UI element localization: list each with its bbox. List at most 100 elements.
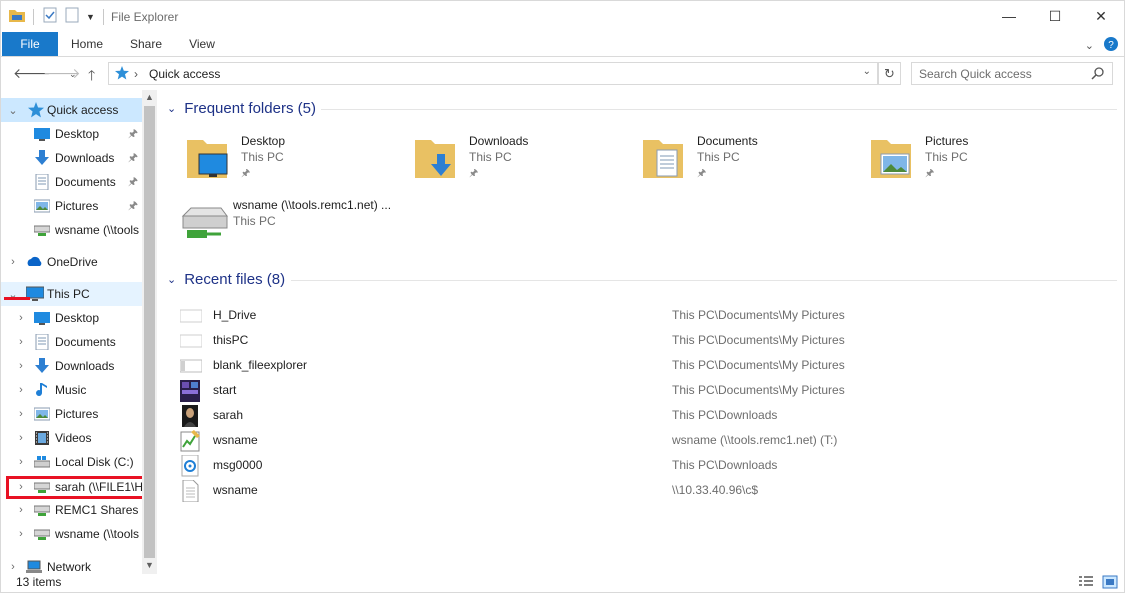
expand-chevron-icon[interactable]: › <box>8 561 18 573</box>
refresh-icon: ↻ <box>884 65 895 81</box>
nav-label: Pictures <box>55 407 99 421</box>
file-path: This PC\Downloads <box>672 408 778 422</box>
recent-file-row[interactable]: wsname wsname (\\tools.remc1.net) (T:) <box>177 428 1117 453</box>
tab-view[interactable]: View <box>178 32 226 56</box>
breadcrumb[interactable]: Quick access <box>149 67 220 81</box>
search-icon[interactable] <box>1091 67 1104 83</box>
expand-chevron-icon[interactable]: › <box>16 432 26 444</box>
recent-file-row[interactable]: msg0000 This PC\Downloads <box>177 453 1117 478</box>
photo-thumbnail-icon <box>180 405 200 427</box>
nav-pc-documents[interactable]: › Documents <box>1 330 142 354</box>
nav-pc-remc1-shares[interactable]: › REMC1 Shares (S <box>1 498 142 522</box>
nav-pc-local-disk[interactable]: › Local Disk (C:) <box>1 450 142 474</box>
tile-name: Pictures <box>925 134 969 148</box>
refresh-button[interactable]: ↻ <box>878 62 901 85</box>
documents-icon <box>34 173 50 191</box>
minimize-button[interactable]: — <box>986 1 1032 31</box>
address-dropdown-icon[interactable]: ⌄ <box>863 66 871 77</box>
address-bar[interactable]: › Quick access ⌄ <box>108 62 878 85</box>
tile-name: Downloads <box>469 134 529 148</box>
image-thumbnail-icon <box>179 355 203 377</box>
nav-pc-downloads[interactable]: › Downloads <box>1 354 142 378</box>
up-arrow-icon[interactable]: 🡑 <box>88 65 95 89</box>
nav-pc-desktop[interactable]: › Desktop <box>1 306 142 330</box>
collapse-chevron-icon[interactable]: ⌄ <box>167 102 176 115</box>
expand-chevron-icon[interactable]: › <box>16 408 26 420</box>
recent-file-row[interactable]: blank_fileexplorer This PC\Documents\My … <box>177 353 1117 378</box>
expand-chevron-icon[interactable]: › <box>16 360 26 372</box>
recent-file-row[interactable]: start This PC\Documents\My Pictures <box>177 378 1117 403</box>
pin-icon: 🖈 <box>127 151 138 164</box>
large-icons-view-icon[interactable] <box>1102 575 1118 592</box>
nav-onedrive[interactable]: › OneDrive <box>1 250 142 274</box>
nav-qa-wsname[interactable]: wsname (\\tools <box>1 218 142 242</box>
expand-chevron-icon[interactable]: › <box>16 384 26 396</box>
nav-label: Music <box>55 383 87 397</box>
frequent-folder-tile[interactable]: Desktop This PC 🖈 <box>185 130 405 188</box>
nav-label: Network <box>47 560 92 574</box>
frequent-folder-tile[interactable]: wsname (\\tools.remc1.net) ... This PC <box>179 194 439 252</box>
nav-pc-music[interactable]: › Music <box>1 378 142 402</box>
recent-files-header[interactable]: ⌄ Recent files (8) <box>167 271 285 288</box>
maximize-button[interactable]: ☐ <box>1032 1 1078 31</box>
details-view-icon[interactable] <box>1078 575 1094 592</box>
documents-folder-icon <box>641 136 691 184</box>
tab-file[interactable]: File <box>2 32 58 56</box>
scroll-thumb[interactable] <box>144 106 155 558</box>
frequent-folders-header[interactable]: ⌄ Frequent folders (5) <box>167 100 316 117</box>
expand-chevron-icon[interactable]: ⌄ <box>8 104 18 117</box>
expand-chevron-icon[interactable]: › <box>16 528 26 540</box>
file-path: This PC\Downloads <box>672 458 778 472</box>
tab-share[interactable]: Share <box>122 32 170 56</box>
frequent-folder-tile[interactable]: Pictures This PC 🖈 <box>869 130 1089 188</box>
file-path: This PC\Documents\My Pictures <box>672 308 845 322</box>
search-box[interactable] <box>911 62 1113 85</box>
tile-location: This PC <box>697 150 740 164</box>
close-icon: ✕ <box>1095 7 1107 24</box>
frequent-folder-tile[interactable]: Downloads This PC 🖈 <box>413 130 633 188</box>
expand-chevron-icon[interactable]: › <box>16 312 26 324</box>
breadcrumb-chevron-icon[interactable]: › <box>134 67 138 81</box>
properties-icon[interactable] <box>42 7 58 26</box>
tab-home[interactable]: Home <box>63 32 111 56</box>
nav-qa-downloads[interactable]: Downloads 🖈 <box>1 146 142 170</box>
recent-file-row[interactable]: sarah This PC\Downloads <box>177 403 1117 428</box>
expand-chevron-icon[interactable]: › <box>16 456 26 468</box>
audio-file-icon <box>180 454 200 477</box>
expand-ribbon-icon[interactable]: ⌄ <box>1085 39 1094 52</box>
nav-pc-videos[interactable]: › Videos <box>1 426 142 450</box>
help-icon[interactable]: ? <box>1104 37 1118 54</box>
close-button[interactable]: ✕ <box>1078 1 1124 31</box>
recent-file-row[interactable]: wsname \\10.33.40.96\c$ <box>177 478 1117 503</box>
scroll-down-icon[interactable]: ▼ <box>142 558 157 572</box>
frequent-folder-tile[interactable]: Documents This PC 🖈 <box>641 130 861 188</box>
nav-pc-wsname[interactable]: › wsname (\\tools <box>1 522 142 546</box>
nav-label: Quick access <box>47 103 119 117</box>
download-icon <box>34 358 50 374</box>
nav-quick-access[interactable]: ⌄ Quick access <box>1 98 142 122</box>
nav-pc-pictures[interactable]: › Pictures <box>1 402 142 426</box>
network-drive-icon <box>33 526 51 542</box>
expand-chevron-icon[interactable]: › <box>16 504 26 516</box>
customize-qat-icon[interactable]: ▼ <box>86 12 95 22</box>
nav-label: REMC1 Shares (S <box>55 503 142 517</box>
new-folder-icon[interactable] <box>64 7 80 26</box>
scroll-up-icon[interactable]: ▲ <box>142 90 157 104</box>
recent-file-row[interactable]: thisPC This PC\Documents\My Pictures <box>177 328 1117 353</box>
search-input[interactable] <box>912 63 1082 84</box>
expand-chevron-icon[interactable]: › <box>8 256 18 268</box>
nav-qa-pictures[interactable]: Pictures 🖈 <box>1 194 142 218</box>
nav-network[interactable]: › Network <box>1 555 142 574</box>
collapse-chevron-icon[interactable]: ⌄ <box>167 273 176 286</box>
nav-qa-documents[interactable]: Documents 🖈 <box>1 170 142 194</box>
expand-chevron-icon[interactable]: › <box>16 336 26 348</box>
recent-file-row[interactable]: H_Drive This PC\Documents\My Pictures <box>177 303 1117 328</box>
pin-icon: 🖈 <box>697 168 707 179</box>
nav-label: wsname (\\tools <box>55 223 140 237</box>
nav-qa-desktop[interactable]: Desktop 🖈 <box>1 122 142 146</box>
nav-this-pc[interactable]: ⌄ This PC <box>1 282 142 306</box>
ribbon-tabs: File Home Share View ⌄ ? <box>1 32 1124 57</box>
pin-icon: 🖈 <box>127 199 138 212</box>
recent-locations-icon[interactable]: ⌄ <box>69 69 77 80</box>
nav-scrollbar[interactable]: ▲ ▼ <box>142 90 157 574</box>
